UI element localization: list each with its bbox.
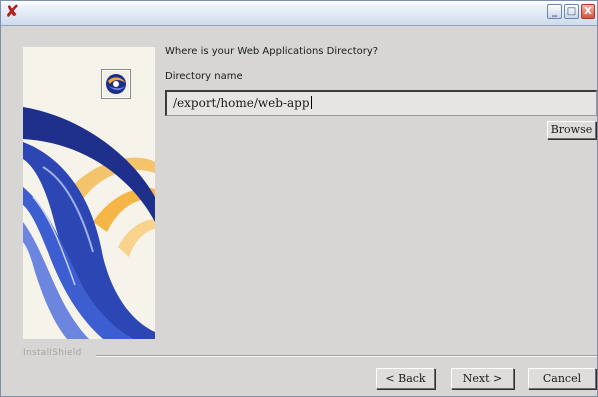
directory-name-field[interactable]: /export/home/web-app (165, 90, 597, 116)
text-cursor (310, 96, 312, 109)
installshield-brand-label: InstallShield (23, 348, 82, 358)
directory-name-value: /export/home/web-app (173, 96, 310, 110)
wizard-question: Where is your Web Applications Directory… (165, 46, 379, 57)
title-bar[interactable]: ✘ _ □ X (1, 1, 597, 26)
installshield-logo-icon (101, 69, 131, 99)
installer-side-graphic (23, 47, 155, 339)
maximize-button[interactable]: □ (564, 4, 579, 19)
close-icon: X (584, 6, 592, 17)
maximize-icon: □ (566, 6, 577, 17)
minimize-icon: _ (552, 6, 557, 17)
minimize-button[interactable]: _ (547, 4, 562, 19)
close-button[interactable]: X (581, 4, 595, 19)
x-logo-icon: ✘ (5, 2, 20, 22)
cancel-button[interactable]: Cancel (528, 368, 596, 389)
installer-window: ✘ _ □ X Where is your Web Applications D… (0, 0, 598, 397)
next-button[interactable]: Next > (451, 368, 514, 389)
brand-divider (96, 355, 597, 357)
browse-button[interactable]: Browse (547, 121, 596, 139)
swoosh-graphic-icon (23, 47, 155, 339)
installshield-brand-row: InstallShield (23, 348, 597, 362)
back-button[interactable]: < Back (376, 368, 435, 389)
directory-name-label: Directory name (165, 71, 243, 82)
